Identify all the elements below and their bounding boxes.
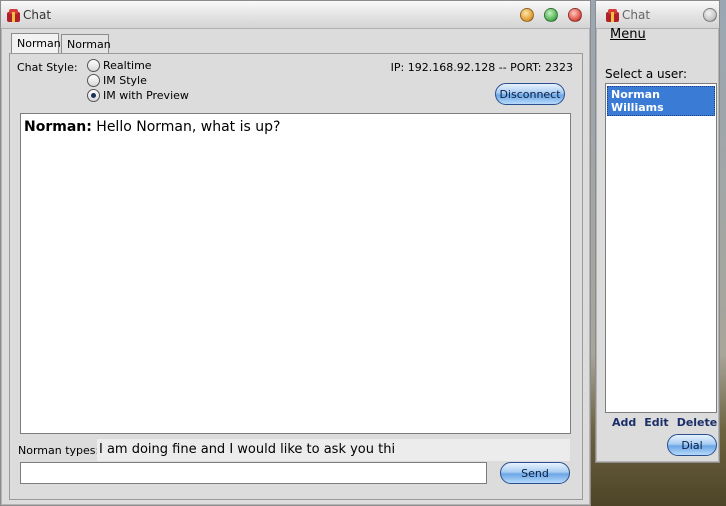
window-title: Chat — [622, 8, 651, 22]
radio-label: IM Style — [103, 74, 147, 87]
button-label: Disconnect — [499, 87, 561, 101]
tab-label: Norman — [17, 37, 61, 50]
tab-label: Norman — [67, 38, 111, 51]
button-label: Send — [521, 466, 549, 480]
window-title: Chat — [23, 8, 52, 22]
chat-app-icon — [7, 9, 20, 22]
radio-label: Realtime — [103, 59, 152, 72]
conversation-panel: Chat Style: Realtime IM Style IM with Pr… — [9, 53, 583, 500]
radio-button-selected[interactable] — [87, 89, 100, 102]
minimize-button[interactable] — [520, 8, 534, 22]
delete-user-link[interactable]: Delete — [677, 416, 718, 429]
chat-app-icon — [606, 9, 619, 22]
radio-realtime[interactable]: Realtime — [87, 59, 152, 72]
user-list[interactable]: Norman Williams — [605, 83, 717, 413]
chat-window: Chat Norman Norman Chat Style: Realtime … — [0, 0, 591, 506]
title-bar[interactable]: Chat — [1, 1, 590, 29]
user-list-item-selected[interactable]: Norman Williams — [607, 86, 715, 116]
disconnect-button[interactable]: Disconnect — [495, 83, 565, 105]
radio-im-style[interactable]: IM Style — [87, 74, 147, 87]
message-speaker: Norman: — [24, 119, 92, 135]
close-button[interactable] — [568, 8, 582, 22]
menu-bar: Menu — [610, 27, 646, 42]
edit-user-link[interactable]: Edit — [644, 416, 668, 429]
send-button[interactable]: Send — [500, 462, 570, 484]
dial-button[interactable]: Dial — [667, 434, 717, 456]
add-user-link[interactable]: Add — [612, 416, 636, 429]
chat-style-label: Chat Style: — [17, 61, 78, 74]
connection-info: IP: 192.168.92.128 -- PORT: 2323 — [390, 61, 573, 74]
message-input[interactable] — [20, 462, 487, 484]
button-label: Dial — [681, 438, 703, 452]
typing-indicator: Norman types: I am doing fine and I woul… — [18, 439, 570, 461]
menu-item[interactable]: Menu — [610, 27, 646, 42]
window-control-button[interactable] — [703, 8, 717, 22]
tab-norman-1[interactable]: Norman — [11, 33, 61, 54]
message-line: Norman: Hello Norman, what is up? — [24, 119, 567, 135]
tab-norman-2[interactable]: Norman — [61, 34, 111, 54]
maximize-button[interactable] — [544, 8, 558, 22]
chat-transcript[interactable]: Norman: Hello Norman, what is up? — [20, 113, 571, 434]
select-user-label: Select a user: — [605, 67, 688, 81]
title-bar[interactable]: Chat — [596, 1, 719, 29]
user-actions: Add Edit Delete — [612, 416, 725, 429]
radio-button[interactable] — [87, 74, 100, 87]
radio-im-with-preview[interactable]: IM with Preview — [87, 89, 189, 102]
message-text: Hello Norman, what is up? — [91, 119, 281, 135]
typing-label: Norman types: — [18, 444, 100, 457]
typing-preview: I am doing fine and I would like to ask … — [97, 439, 570, 461]
radio-button[interactable] — [87, 59, 100, 72]
user-list-window: Chat Menu Select a user: Norman Williams… — [595, 0, 720, 463]
radio-label: IM with Preview — [103, 89, 189, 102]
